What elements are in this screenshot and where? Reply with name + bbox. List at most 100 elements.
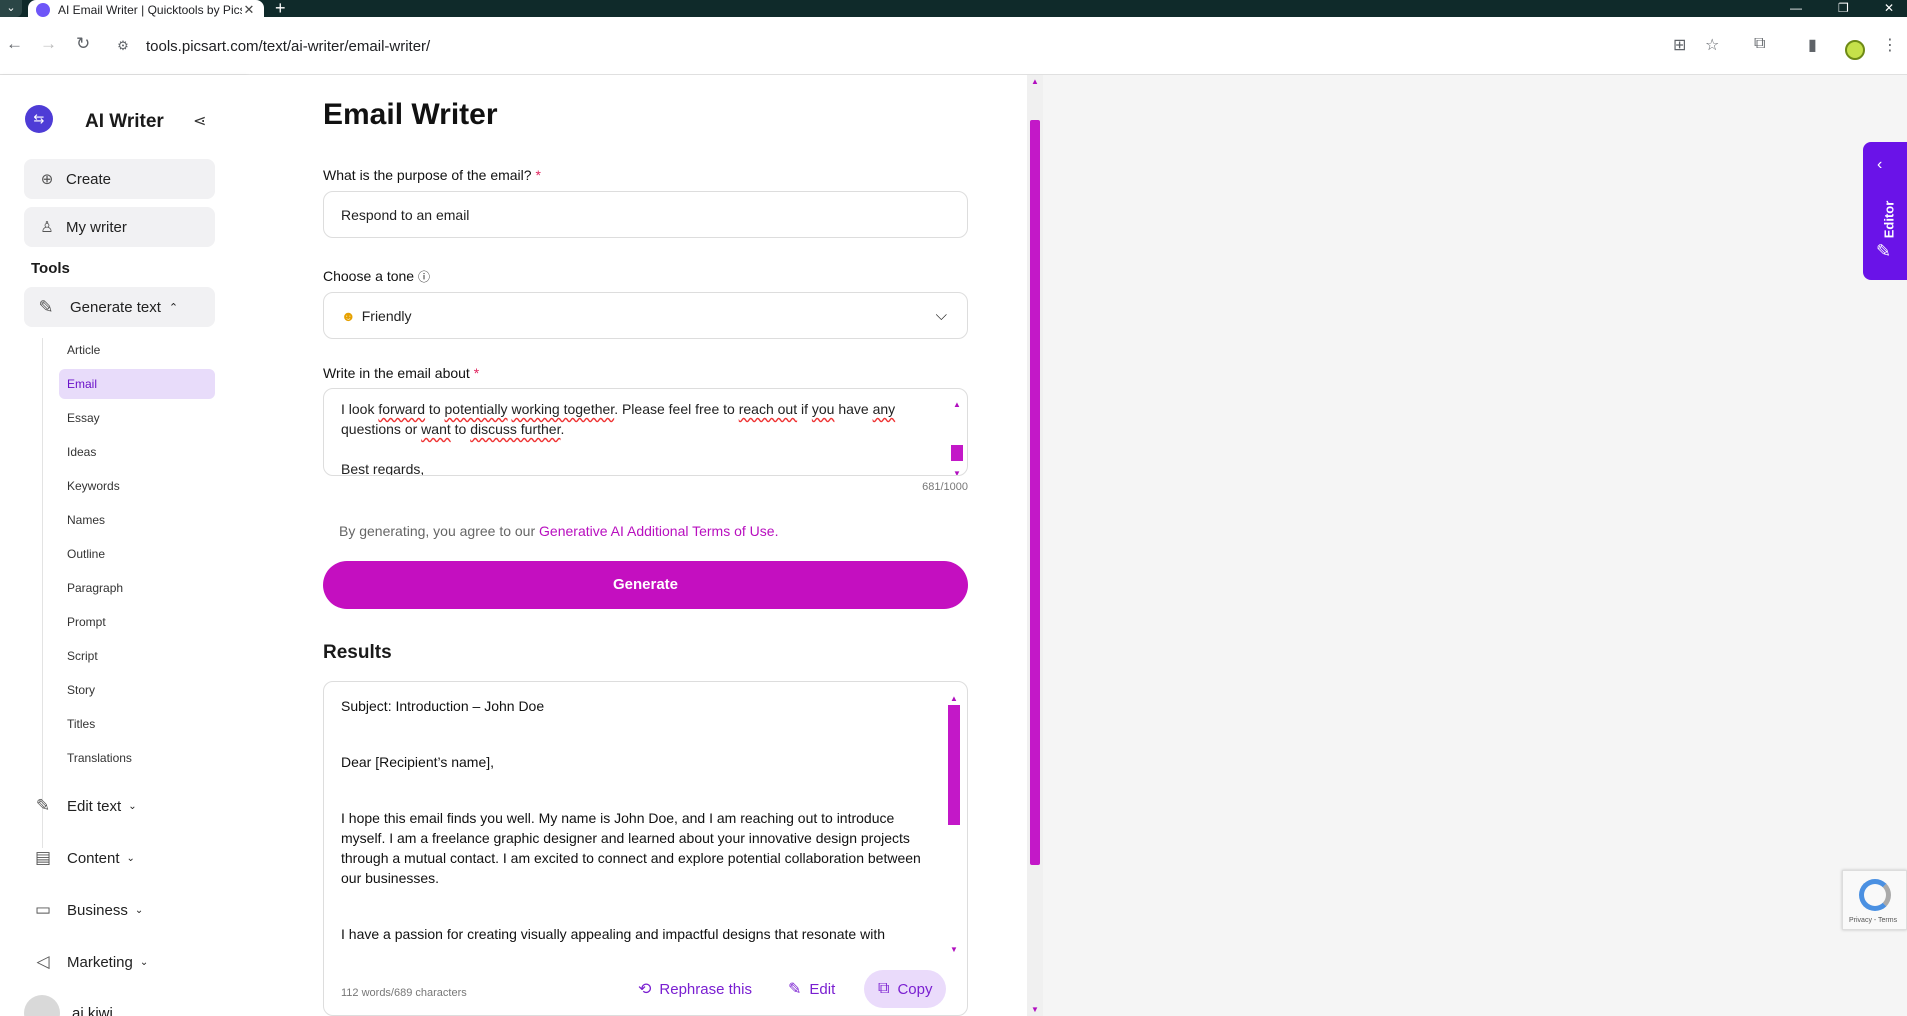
generate-text-toggle[interactable]: ✎ Generate text ⌃	[24, 287, 215, 327]
translate-icon[interactable]: ⊞	[1673, 35, 1686, 55]
smile-emoji-icon: ☻	[341, 307, 356, 324]
purpose-input[interactable]: Respond to an email	[323, 191, 968, 238]
minimize-icon[interactable]: —	[1790, 0, 1802, 17]
plus-circle-icon: ⊕	[40, 171, 54, 188]
sidebar-item-script[interactable]: Script	[59, 641, 215, 671]
scroll-up-icon[interactable]: ▲	[1027, 77, 1043, 86]
sidebar-item-paragraph[interactable]: Paragraph	[59, 573, 215, 603]
tone-label: Choose a tone ⓘ	[323, 268, 430, 284]
business-label: Business	[67, 901, 128, 919]
clipboard-icon: ▤	[34, 848, 52, 867]
scroll-up-icon[interactable]: ▲	[951, 395, 963, 415]
results-scrollbar[interactable]: ▲ ▼	[947, 694, 961, 954]
sidebar-item-story[interactable]: Story	[59, 675, 215, 705]
content-label: Content	[67, 849, 120, 867]
chevron-down-icon: ⌄	[126, 852, 135, 864]
site-info-icon[interactable]: ⚙	[108, 38, 138, 54]
scroll-down-icon[interactable]: ▼	[1027, 1005, 1043, 1014]
char-count: 681/1000	[922, 481, 968, 493]
side-panel-icon[interactable]: ▮	[1808, 35, 1817, 55]
sidebar-item-titles[interactable]: Titles	[59, 709, 215, 739]
page-title: Email Writer	[323, 98, 498, 131]
brand-title: AI Writer	[85, 111, 164, 132]
sidebar-item-keywords[interactable]: Keywords	[59, 471, 215, 501]
menu-icon[interactable]: ⋮	[1882, 35, 1898, 55]
generate-button[interactable]: Generate	[323, 561, 968, 609]
copy-button[interactable]: ⧉ Copy	[864, 970, 947, 1008]
reload-icon[interactable]: ↻	[76, 34, 90, 54]
omnibox[interactable]: ⚙ tools.picsart.com/text/ai-writer/email…	[108, 26, 1748, 66]
recaptcha-links[interactable]: Privacy - Terms	[1849, 917, 1897, 924]
sidebar-edit-text[interactable]: ✎ Edit text ⌄	[31, 791, 137, 821]
recaptcha-icon	[1859, 879, 1891, 911]
profile-avatar[interactable]	[1845, 40, 1865, 60]
results-text[interactable]: Subject: Introduction – John Doe Dear [R…	[341, 696, 931, 944]
sidebar-content[interactable]: ▤ Content ⌄	[31, 843, 135, 873]
terms-link[interactable]: Generative AI Additional Terms of Use.	[539, 523, 778, 539]
sidebar-item-prompt[interactable]: Prompt	[59, 607, 215, 637]
my-writer-button[interactable]: ♙ My writer	[24, 207, 215, 247]
scroll-up-icon[interactable]: ▲	[947, 694, 961, 703]
about-label: Write in the email about *	[323, 365, 480, 381]
close-window-icon[interactable]: ✕	[1884, 0, 1894, 17]
create-button[interactable]: ⊕ Create	[24, 159, 215, 199]
chevron-up-icon: ⌃	[168, 301, 179, 314]
forward-icon[interactable]: →	[40, 34, 57, 54]
chevron-down-icon: ⌄	[139, 956, 149, 968]
user-menu[interactable]: ai kiwi	[24, 995, 113, 1016]
scroll-thumb[interactable]	[948, 705, 960, 825]
share-icon[interactable]: ⋖	[193, 111, 206, 131]
editor-label: Editor	[1881, 200, 1897, 239]
url-text[interactable]: tools.picsart.com/text/ai-writer/email-w…	[146, 38, 430, 55]
copy-icon: ⧉	[878, 980, 890, 997]
about-line-2: questions or want to discuss further.	[341, 421, 565, 437]
sidebar-item-essay[interactable]: Essay	[59, 403, 215, 433]
chevron-down-icon: ⌵	[935, 307, 947, 324]
sidebar-business[interactable]: ▭ Business ⌄	[31, 895, 143, 925]
results-stats: 112 words/689 characters	[341, 987, 467, 999]
picsart-logo-icon[interactable]: ⇆	[25, 105, 53, 133]
scroll-down-icon[interactable]: ▼	[951, 464, 963, 475]
purpose-label: What is the purpose of the email? *	[323, 167, 541, 183]
results-box: Subject: Introduction – John Doe Dear [R…	[323, 681, 968, 1016]
tab-search-button[interactable]: ⌄	[0, 0, 22, 17]
rephrase-button[interactable]: ⟲ Rephrase this	[638, 970, 752, 1008]
result-paragraph: I have a passion for creating visually a…	[341, 926, 885, 942]
editor-tab[interactable]: ‹ Editor ✎	[1863, 142, 1907, 280]
restore-icon[interactable]: ❐	[1838, 0, 1849, 17]
sidebar-item-article[interactable]: Article	[59, 335, 215, 365]
sidebar: ⇆ AI Writer ⋖ ⊕ Create ♙ My writer Tools…	[0, 75, 247, 1016]
recaptcha-badge[interactable]: Privacy - Terms	[1842, 870, 1907, 930]
back-icon[interactable]: ←	[6, 34, 23, 54]
extensions-icon[interactable]: ⧉	[1754, 35, 1765, 53]
info-icon[interactable]: ⓘ	[418, 270, 430, 284]
sidebar-item-translations[interactable]: Translations	[59, 743, 215, 773]
about-line-1: I look forward to potentially working to…	[341, 401, 896, 417]
megaphone-icon: ◁	[36, 952, 50, 971]
result-paragraph: Subject: Introduction – John Doe	[341, 698, 545, 714]
scroll-thumb[interactable]	[1030, 120, 1040, 865]
user-name: ai kiwi	[72, 1004, 113, 1016]
sidebar-item-outline[interactable]: Outline	[59, 539, 215, 569]
about-textarea[interactable]: I look forward to potentially working to…	[323, 388, 968, 476]
bookmark-star-icon[interactable]: ☆	[1705, 35, 1719, 55]
textarea-scrollbar[interactable]: ▲ ▼	[951, 395, 963, 475]
scroll-down-icon[interactable]: ▼	[947, 945, 961, 954]
chevron-down-icon: ⌄	[134, 904, 144, 916]
my-writer-label: My writer	[66, 218, 127, 236]
scroll-thumb[interactable]	[951, 445, 963, 461]
sidebar-item-names[interactable]: Names	[59, 505, 215, 535]
about-line-3: Best regards,	[341, 461, 425, 476]
page-scrollbar[interactable]: ▲ ▼	[1027, 75, 1043, 1016]
sidebar-item-email[interactable]: Email	[59, 369, 215, 399]
purpose-value: Respond to an email	[341, 206, 470, 223]
terms-notice: By generating, you agree to our Generati…	[339, 523, 779, 539]
create-label: Create	[66, 170, 112, 188]
sidebar-marketing[interactable]: ◁ Marketing ⌄	[31, 947, 148, 977]
tab-strip: ⌄ AI Email Writer | Quicktools by Picsar…	[0, 0, 1907, 19]
edit-button[interactable]: ✎ Edit	[788, 970, 835, 1008]
tone-select[interactable]: ☻ Friendly ⌵	[323, 292, 968, 339]
sidebar-item-ideas[interactable]: Ideas	[59, 437, 215, 467]
briefcase-icon: ▭	[34, 900, 52, 919]
close-tab-icon[interactable]: ✕	[242, 2, 256, 18]
